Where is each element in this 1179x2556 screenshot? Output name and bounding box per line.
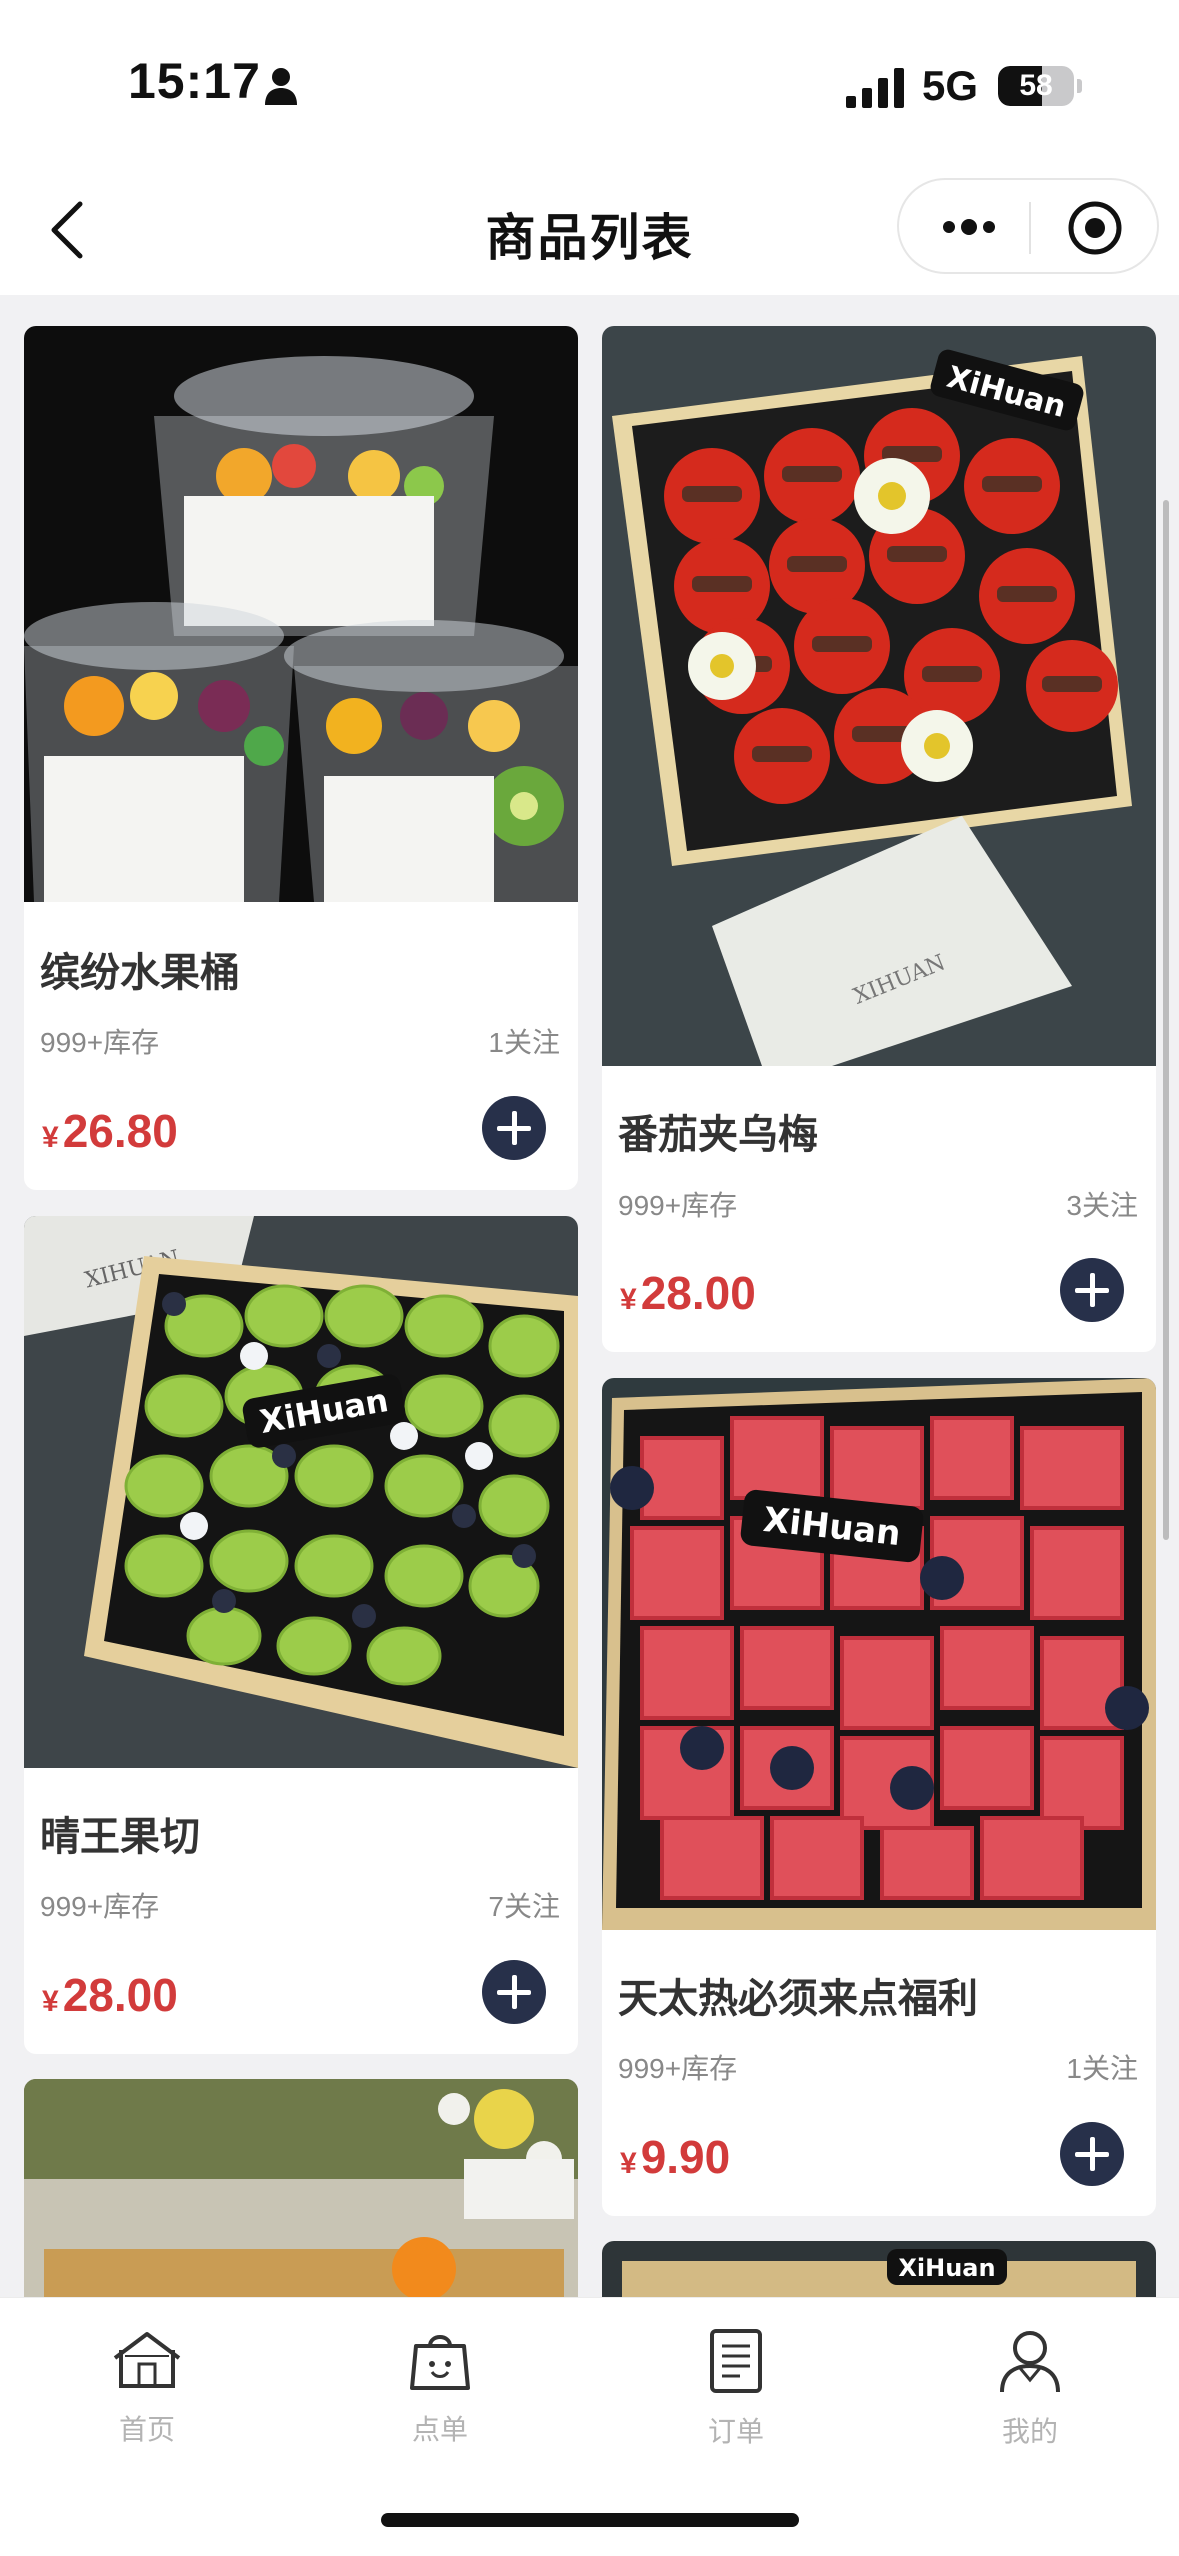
capsule-divider [1029, 202, 1031, 254]
tab-label: 订单 [707, 2416, 764, 2447]
receipt-icon [710, 2329, 762, 2393]
person-icon [1000, 2331, 1060, 2393]
product-stock: 999+库存 [40, 1891, 160, 1922]
close-target-icon[interactable] [1067, 200, 1123, 256]
brand-logo-text: XiHuan [898, 2254, 995, 2282]
product-name: 番茄夹乌梅 [618, 1113, 818, 1157]
product-card[interactable]: 缤纷水果桶 999+库存 1关注 ¥26.80 [24, 326, 578, 1190]
currency-symbol: ¥ [42, 1121, 59, 1154]
network-type: 5G [922, 62, 979, 109]
product-card-partial[interactable] [24, 2079, 578, 2309]
product-follows: 3关注 [1066, 1190, 1138, 1221]
price-amount: 28.00 [640, 1267, 756, 1319]
tab-label: 首页 [118, 2414, 175, 2445]
product-price: ¥9.90 [620, 2130, 730, 2184]
more-dots-icon[interactable] [939, 210, 999, 244]
product-price: ¥28.00 [42, 1968, 178, 2022]
product-card[interactable]: XiHuan XIHUAN 番茄夹乌梅 999+库存 3关注 ¥28.00 [602, 326, 1156, 1352]
house-icon [113, 2332, 181, 2388]
mini-program-capsule [897, 178, 1159, 274]
currency-symbol: ¥ [620, 1283, 637, 1316]
product-name: 晴王果切 [40, 1815, 200, 1859]
product-follows: 1关注 [1066, 2053, 1138, 2084]
price-amount: 28.00 [62, 1969, 178, 2021]
product-image-fruit-box [24, 2079, 578, 2309]
status-time: 15:17 [128, 53, 261, 109]
tab-home[interactable]: 首页 [67, 2328, 227, 2468]
tab-orders[interactable]: 订单 [656, 2328, 816, 2468]
product-image-fruit-cups [24, 326, 578, 902]
tab-label: 我的 [1001, 2416, 1058, 2447]
product-card[interactable]: XIHUAN XiHuan 晴王果切 999+库存 7关注 ¥28.00 [24, 1216, 578, 2054]
product-follows: 7关注 [488, 1891, 560, 1922]
product-follows: 1关注 [488, 1027, 560, 1058]
product-price: ¥28.00 [620, 1266, 756, 1320]
product-image-watermelon: XiHuan [602, 1378, 1156, 1930]
home-indicator[interactable] [381, 2513, 799, 2527]
add-to-cart-button[interactable] [482, 1960, 546, 2024]
add-to-cart-button[interactable] [482, 1096, 546, 1160]
price-amount: 9.90 [640, 2131, 731, 2183]
product-name: 缤纷水果桶 [40, 951, 240, 995]
tab-label: 点单 [411, 2414, 468, 2445]
product-stock: 999+库存 [618, 1190, 738, 1221]
nav-bar: 商品列表 [0, 170, 1179, 295]
currency-symbol: ¥ [42, 1985, 59, 2018]
scrollbar[interactable] [1163, 500, 1169, 1540]
tab-order-menu[interactable]: 点单 [360, 2328, 520, 2468]
person-status-icon [265, 68, 297, 105]
product-name: 天太热必须来点福利 [618, 1977, 978, 2021]
status-bar: 15:17 5G 58 [0, 0, 1179, 170]
cellular-signal-icon [846, 68, 904, 108]
battery-percent: 58 [1019, 69, 1053, 102]
tab-profile[interactable]: 我的 [950, 2328, 1110, 2468]
add-to-cart-button[interactable] [1060, 1258, 1124, 1322]
shopping-bag-icon [410, 2335, 470, 2390]
product-image-tomato-plums: XiHuan XIHUAN [602, 326, 1156, 1066]
battery-tip [1077, 79, 1082, 93]
product-price: ¥26.80 [42, 1104, 178, 1158]
add-to-cart-button[interactable] [1060, 2122, 1124, 2186]
price-amount: 26.80 [62, 1105, 178, 1157]
product-card[interactable]: XiHuan 天太热必须来点福利 999+库存 1关注 ¥9.90 [602, 1378, 1156, 2216]
product-image-grapes: XIHUAN XiHuan [24, 1216, 578, 1768]
product-stock: 999+库存 [40, 1027, 160, 1058]
battery-icon: 58 [998, 66, 1074, 106]
product-stock: 999+库存 [618, 2053, 738, 2084]
currency-symbol: ¥ [620, 2147, 637, 2180]
